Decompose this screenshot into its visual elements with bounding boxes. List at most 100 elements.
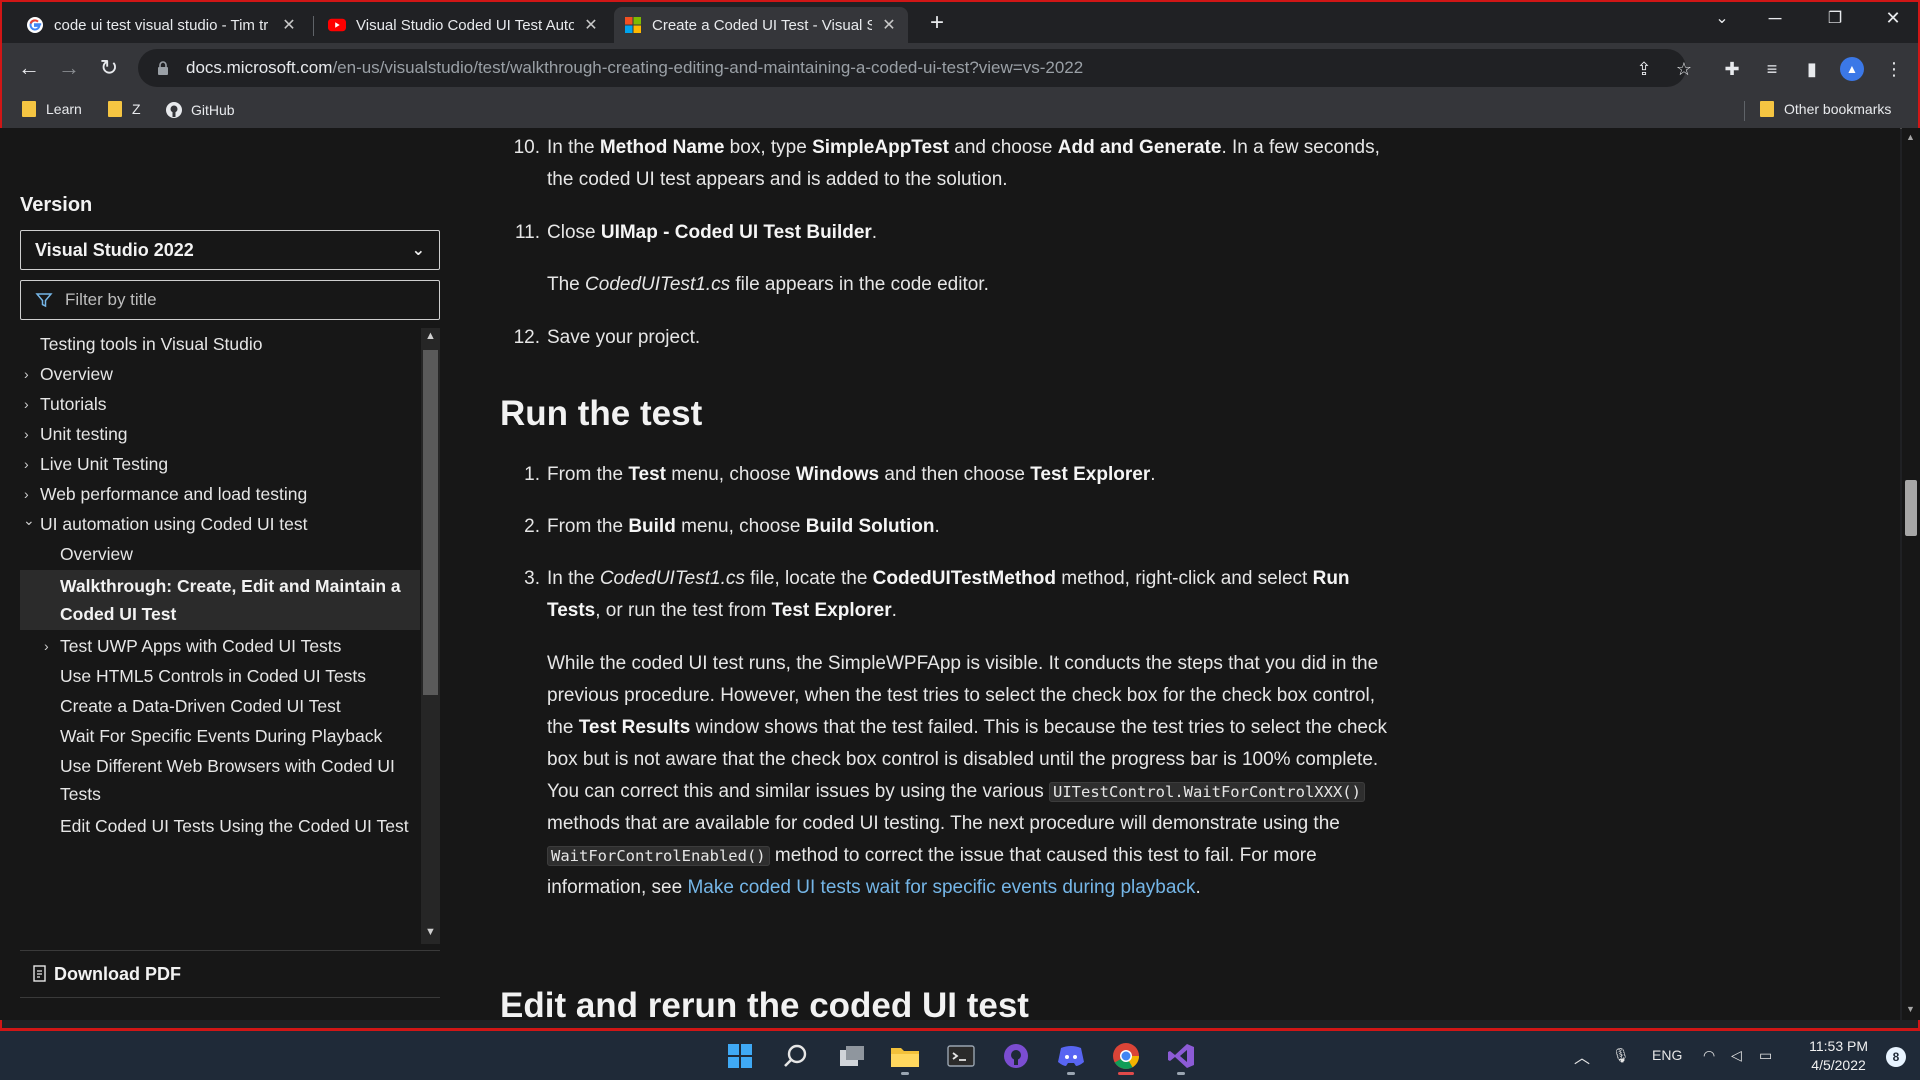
tab-search-chevron-icon[interactable]: ⌄ [1702, 8, 1742, 28]
extensions-puzzle-icon[interactable]: ✚ [1720, 57, 1744, 81]
code-inline: WaitForControlEnabled() [547, 846, 770, 866]
page-scroll-thumb[interactable] [1905, 480, 1917, 536]
window-close-icon[interactable]: ✕ [1873, 8, 1913, 29]
reload-icon[interactable]: ↻ [94, 53, 124, 83]
step-number: 10. [513, 137, 540, 158]
scroll-up-arrow-icon[interactable]: ▲ [425, 330, 436, 342]
microphone-icon[interactable]: 🎙 [1612, 1047, 1630, 1064]
visual-studio-icon[interactable] [1161, 1037, 1201, 1075]
scroll-up-arrow-icon[interactable]: ▲ [1906, 132, 1915, 142]
tab-strip: code ui test visual studio - Tim tr ✕ Vi… [2, 2, 1918, 43]
terminal-icon[interactable] [941, 1037, 981, 1075]
tab-google-search[interactable]: code ui test visual studio - Tim tr ✕ [16, 7, 308, 43]
step-number: 11. [514, 222, 540, 243]
bookmark-learn[interactable]: Learn [22, 101, 82, 117]
toc-scrollbar[interactable]: ▲ ▼ [421, 328, 440, 944]
filter-input[interactable]: Filter by title [20, 280, 440, 320]
github-desktop-icon[interactable] [996, 1037, 1036, 1075]
scroll-down-arrow-icon[interactable]: ▼ [425, 926, 436, 938]
step-number: 2. [524, 516, 540, 537]
toc-item[interactable]: Use Different Web Browsers with Coded UI… [20, 750, 420, 810]
close-icon[interactable]: ✕ [880, 15, 898, 35]
step-number: 12. [513, 327, 540, 348]
close-icon[interactable]: ✕ [280, 15, 298, 35]
battery-icon[interactable]: ▭ [1759, 1047, 1772, 1064]
toc-sidebar: Version Visual Studio 2022 ⌄ Filter by t… [20, 128, 440, 1020]
star-icon[interactable]: ☆ [1672, 57, 1696, 81]
forward-arrow-icon[interactable]: → [54, 53, 84, 83]
page-scrollbar[interactable]: ▲ ▼ [1902, 128, 1920, 1020]
browser-toolbar: ← → ↻ docs.microsoft.com/en-us/visualstu… [2, 43, 1918, 93]
menu-kebab-icon[interactable]: ⋮ [1882, 57, 1906, 81]
toc-scroll-thumb[interactable] [423, 350, 438, 695]
toc-list: Testing tools in Visual Studio › Overview… [20, 328, 420, 948]
tab-title: Visual Studio Coded UI Test Auto [356, 16, 574, 34]
step-10: In the Method Name box, type SimpleAppTe… [547, 137, 1380, 190]
notification-badge[interactable]: 8 [1886, 1047, 1906, 1067]
tab-youtube[interactable]: Visual Studio Coded UI Test Auto ✕ [318, 7, 610, 43]
step-12: Save your project. [547, 327, 701, 348]
folder-icon [22, 101, 36, 117]
wifi-icon[interactable]: ◠ [1703, 1047, 1715, 1064]
toc-item[interactable]: Overview [20, 538, 420, 570]
minimize-icon[interactable]: ─ [1755, 8, 1795, 29]
profile-avatar[interactable]: ▲ [1840, 57, 1864, 81]
bookmark-z[interactable]: Z [108, 101, 141, 117]
tray-overflow-chevron-icon[interactable]: ︿ [1574, 1044, 1590, 1068]
google-icon [26, 16, 44, 34]
chevron-down-icon: ⌄ [23, 512, 35, 528]
version-label: Version [20, 194, 93, 216]
article-body: 10. In the Method Name box, type SimpleA… [500, 128, 1400, 1020]
start-windows-icon[interactable] [720, 1037, 760, 1075]
toc-item-active[interactable]: Walkthrough: Create, Edit and Maintain a… [20, 570, 420, 630]
address-path: /en-us/visualstudio/test/walkthrough-cre… [332, 58, 1084, 77]
side-panel-icon[interactable]: ▮ [1800, 57, 1824, 81]
toc-item[interactable]: Edit Coded UI Tests Using the Coded UI T… [20, 810, 420, 842]
version-select[interactable]: Visual Studio 2022 ⌄ [20, 230, 440, 270]
toc-item[interactable]: ⌄ UI automation using Coded UI test [20, 508, 420, 540]
media-queue-icon[interactable]: ≡ [1760, 57, 1784, 81]
chrome-icon[interactable] [1106, 1037, 1146, 1075]
toc-item[interactable]: › Tutorials [20, 388, 420, 420]
search-icon[interactable] [776, 1037, 816, 1075]
pdf-icon [33, 965, 46, 982]
volume-icon[interactable]: ◁ [1731, 1047, 1742, 1064]
file-explorer-icon[interactable] [885, 1037, 925, 1075]
toc-item[interactable]: Wait For Specific Events During Playback [20, 720, 420, 752]
wait-events-link[interactable]: Make coded UI tests wait for specific ev… [687, 877, 1195, 898]
address-bar[interactable]: docs.microsoft.com/en-us/visualstudio/te… [138, 49, 1686, 87]
microsoft-icon [624, 16, 642, 34]
run-step-3: In the CodedUITest1.cs file, locate the … [547, 568, 1350, 621]
toc-item[interactable]: › Test UWP Apps with Coded UI Tests [20, 630, 420, 662]
tab-ms-docs[interactable]: Create a Coded UI Test - Visual S ✕ [614, 7, 908, 43]
heading-run-the-test: Run the test [500, 394, 703, 433]
toc-item[interactable]: › Unit testing [20, 418, 420, 450]
toc-item[interactable]: Testing tools in Visual Studio [20, 328, 420, 360]
new-tab-plus-icon[interactable]: + [922, 10, 952, 38]
scroll-down-arrow-icon[interactable]: ▼ [1906, 1004, 1915, 1014]
address-host: docs.microsoft.com [186, 58, 333, 77]
bookmark-other[interactable]: Other bookmarks [1760, 101, 1891, 117]
back-arrow-icon[interactable]: ← [14, 53, 44, 83]
chevron-right-icon: › [24, 396, 29, 412]
chevron-down-icon: ⌄ [411, 242, 425, 259]
discord-icon[interactable] [1051, 1037, 1091, 1075]
filter-icon [35, 293, 53, 308]
toc-item[interactable]: › Web performance and load testing [20, 478, 420, 510]
chevron-right-icon: › [24, 366, 29, 382]
run-step-1: From the Test menu, choose Windows and t… [547, 464, 1156, 485]
toc-item[interactable]: Create a Data-Driven Coded UI Test [20, 690, 420, 722]
code-inline: UITestControl.WaitForControlXXX() [1049, 782, 1365, 802]
download-pdf-button[interactable]: Download PDF [20, 950, 440, 998]
share-icon[interactable]: ⇪ [1632, 57, 1656, 81]
bookmark-github[interactable]: GitHub [165, 101, 235, 119]
language-indicator[interactable]: ENG [1652, 1047, 1682, 1063]
step-number: 3. [524, 568, 540, 589]
toc-item[interactable]: › Live Unit Testing [20, 448, 420, 480]
task-view-icon[interactable] [832, 1037, 872, 1075]
toc-item[interactable]: › Overview [20, 358, 420, 390]
close-icon[interactable]: ✕ [582, 15, 600, 35]
toc-item[interactable]: Use HTML5 Controls in Coded UI Tests [20, 660, 420, 692]
restore-icon[interactable]: ❐ [1815, 8, 1855, 28]
system-clock[interactable]: 11:53 PM 4/5/2022 [1809, 1037, 1868, 1075]
